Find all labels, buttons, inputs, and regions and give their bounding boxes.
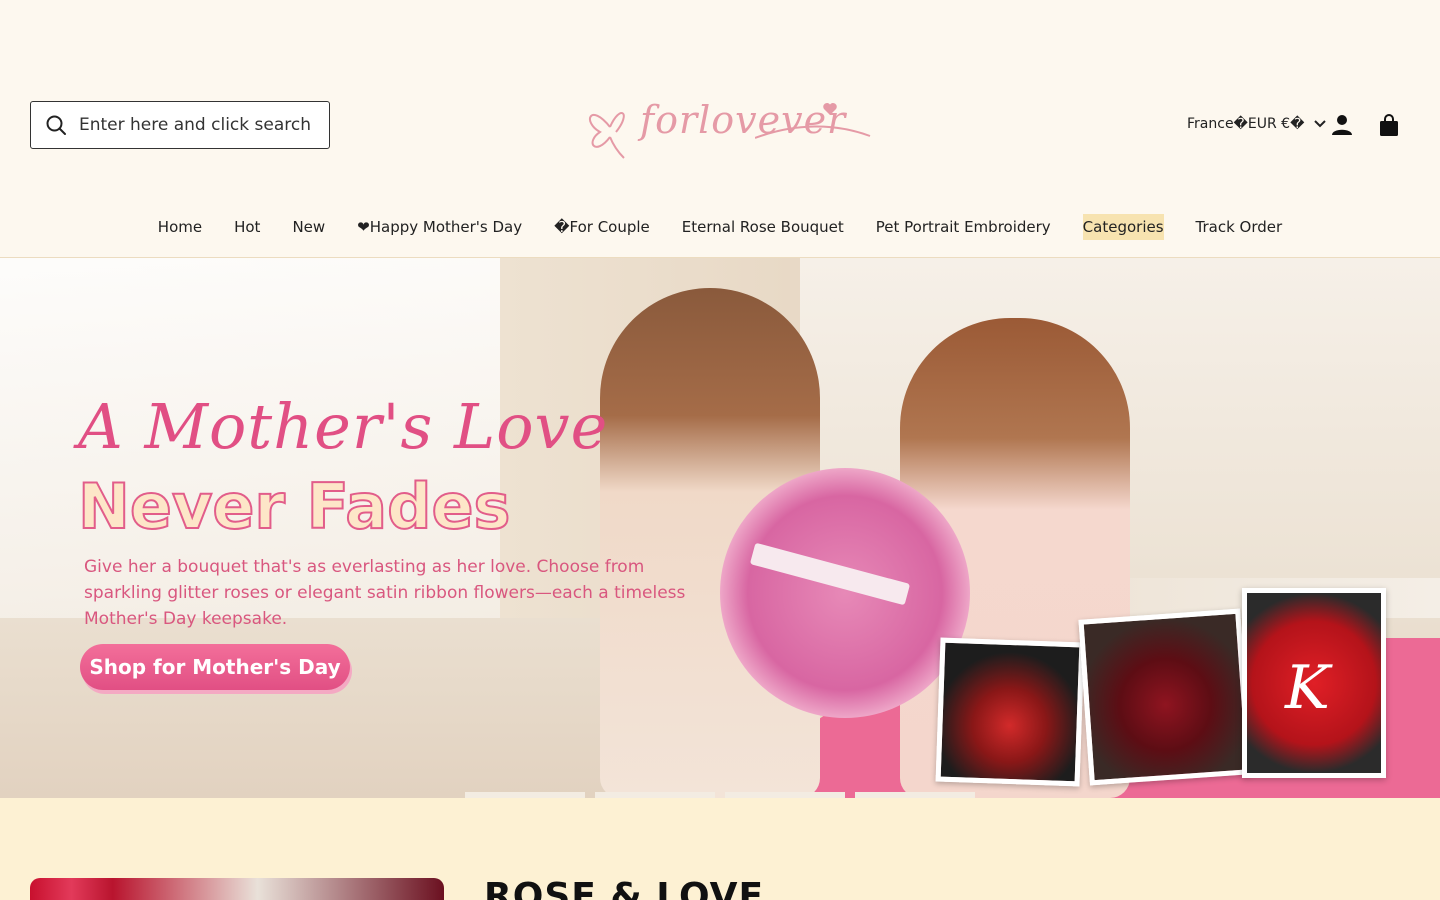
hero-description: Give her a bouquet that's as everlasting…: [84, 557, 686, 629]
account-icon[interactable]: [1330, 113, 1354, 137]
chevron-down-icon: [1314, 120, 1327, 128]
hero-heading-bold: Never Fades: [77, 469, 511, 544]
nav-item-eternal-rose-bouquet[interactable]: Eternal Rose Bouquet: [682, 214, 844, 240]
search-input[interactable]: [79, 115, 319, 135]
hero-rose-bouquet: [720, 468, 970, 718]
product-photo-initial-rose-bouquet: K: [1242, 588, 1386, 778]
nav-item-track-order[interactable]: Track Order: [1196, 214, 1283, 240]
nav-item-for-couple[interactable]: �For Couple: [554, 214, 650, 240]
hero-banner[interactable]: A Mother's Love Never Fades Give her a b…: [0, 258, 1440, 798]
nav-item-new[interactable]: New: [292, 214, 325, 240]
section-title: ROSE & LOVE: [484, 876, 765, 900]
logo-swash: [755, 125, 871, 139]
hero-heading-script: A Mother's Love: [78, 390, 609, 463]
locale-selector[interactable]: France�EUR €�: [1187, 116, 1327, 132]
site-header: forlovever France�EUR €� Home Hot New ❤H…: [0, 0, 1440, 258]
main-nav: Home Hot New ❤Happy Mother's Day �For Co…: [0, 214, 1440, 240]
butterfly-logo-icon: [589, 112, 625, 159]
nav-item-hot[interactable]: Hot: [234, 214, 260, 240]
product-photo-red-rose-bouquet: [1078, 608, 1252, 786]
promo-image[interactable]: [30, 878, 444, 900]
shop-mothers-day-button[interactable]: Shop for Mother's Day: [80, 644, 350, 690]
card-initial: K: [1285, 653, 1330, 723]
nav-item-categories[interactable]: Categories: [1082, 214, 1164, 240]
product-photo-red-glitter-bouquet: [935, 637, 1085, 787]
shopping-bag-icon[interactable]: [1378, 113, 1400, 137]
nav-item-home[interactable]: Home: [158, 214, 202, 240]
nav-item-mothers-day[interactable]: ❤Happy Mother's Day: [357, 214, 522, 240]
heart-icon: [823, 103, 837, 115]
search-icon[interactable]: [45, 114, 67, 136]
site-logo[interactable]: forlovever: [580, 88, 880, 162]
search-box[interactable]: [30, 101, 330, 149]
locale-label: France�EUR €�: [1187, 116, 1305, 132]
nav-item-pet-portrait-embroidery[interactable]: Pet Portrait Embroidery: [876, 214, 1051, 240]
